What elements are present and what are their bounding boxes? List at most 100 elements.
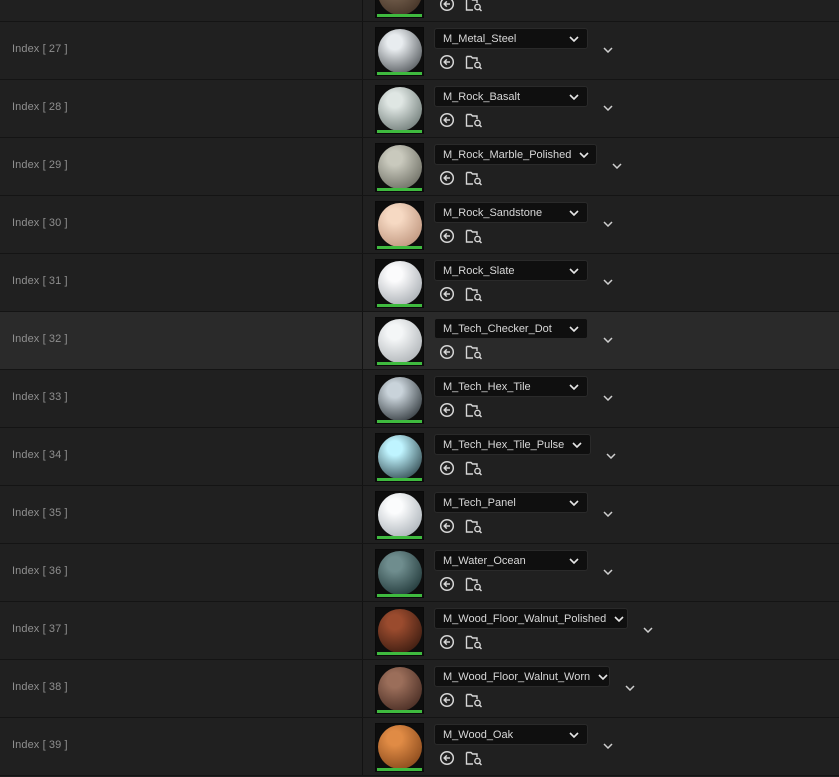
material-thumbnail[interactable] [375,607,424,656]
expand-chevron-icon[interactable] [611,160,623,172]
column-divider[interactable] [362,138,363,195]
expand-chevron-icon[interactable] [602,44,614,56]
folder-search-icon[interactable] [465,518,483,534]
arrow-left-circle-icon[interactable] [438,576,456,592]
material-combo-box[interactable]: M_Tech_Hex_Tile [434,376,588,397]
material-slot-row: Index [ 35 ] M_Tech_Panel [0,486,839,544]
material-combo-box[interactable]: M_Rock_Sandstone [434,202,588,223]
material-preview-sphere [378,29,422,73]
chevron-down-icon [561,35,579,42]
expand-chevron-icon[interactable] [602,218,614,230]
material-thumbnail[interactable] [375,201,424,250]
folder-search-icon[interactable] [465,750,483,766]
index-label: Index [ 30 ] [12,217,68,229]
material-combo-box[interactable]: M_Rock_Slate [434,260,588,281]
material-thumbnail[interactable] [375,143,424,192]
material-thumbnail[interactable] [375,375,424,424]
folder-search-icon[interactable] [465,460,483,476]
expand-chevron-icon[interactable] [602,334,614,346]
material-thumbnail[interactable] [375,665,424,714]
arrow-left-circle-icon[interactable] [438,54,456,70]
material-thumbnail[interactable] [375,27,424,76]
arrow-left-circle-icon[interactable] [438,112,456,128]
expand-chevron-icon[interactable] [602,276,614,288]
arrow-left-circle-icon[interactable] [438,634,456,650]
expand-chevron-icon[interactable] [602,508,614,520]
folder-search-icon[interactable] [465,0,483,12]
thumbnail-accent-bar [377,246,422,249]
material-thumbnail[interactable] [375,549,424,598]
material-combo-box[interactable]: M_Rock_Marble_Polished [434,144,597,165]
expand-chevron-icon[interactable] [624,682,636,694]
expand-chevron-icon[interactable] [602,102,614,114]
folder-search-icon[interactable] [465,402,483,418]
expand-chevron-icon[interactable] [602,566,614,578]
arrow-left-circle-icon[interactable] [438,228,456,244]
expand-chevron-icon[interactable] [602,740,614,752]
column-divider[interactable] [362,370,363,427]
column-divider[interactable] [362,544,363,601]
asset-tools [438,344,483,360]
thumbnail-accent-bar [377,362,422,365]
arrow-left-circle-icon[interactable] [438,286,456,302]
column-divider[interactable] [362,254,363,311]
expand-chevron-icon[interactable] [602,392,614,404]
material-thumbnail[interactable] [375,0,424,18]
expand-chevron-icon[interactable] [642,624,654,636]
column-divider[interactable] [362,718,363,775]
material-preview-sphere [378,609,422,653]
folder-search-icon[interactable] [465,344,483,360]
chevron-down-icon [561,499,579,506]
column-divider[interactable] [362,80,363,137]
material-combo-box[interactable]: M_Wood_Oak [434,724,588,745]
index-label: Index [ 35 ] [12,507,68,519]
expand-chevron-icon[interactable] [605,450,617,462]
material-combo-box[interactable]: M_Wood_Floor_Walnut_Worn [434,666,610,687]
column-divider[interactable] [362,312,363,369]
arrow-left-circle-icon[interactable] [438,518,456,534]
material-combo-box[interactable]: M_Water_Ocean [434,550,588,571]
folder-search-icon[interactable] [465,170,483,186]
material-combo-box[interactable]: M_Rock_Basalt [434,86,588,107]
folder-search-icon[interactable] [465,286,483,302]
material-thumbnail[interactable] [375,433,424,482]
material-thumbnail[interactable] [375,85,424,134]
material-preview-sphere [378,0,422,15]
arrow-left-circle-icon[interactable] [438,750,456,766]
arrow-left-circle-icon[interactable] [438,402,456,418]
arrow-left-circle-icon[interactable] [438,170,456,186]
folder-search-icon[interactable] [465,692,483,708]
material-combo-box[interactable]: M_Wood_Floor_Walnut_Polished [434,608,628,629]
column-divider[interactable] [362,486,363,543]
folder-search-icon[interactable] [465,576,483,592]
material-thumbnail[interactable] [375,723,424,772]
folder-search-icon[interactable] [465,634,483,650]
index-label: Index [ 33 ] [12,391,68,403]
folder-search-icon[interactable] [465,228,483,244]
material-slot-row: Index [ 31 ] M_Rock_Slate [0,254,839,312]
material-slot-row: Index [ 36 ] M_Water_Ocean [0,544,839,602]
material-slot-row: Index [ 28 ] M_Rock_Basalt [0,80,839,138]
column-divider[interactable] [362,428,363,485]
folder-search-icon[interactable] [465,54,483,70]
material-thumbnail[interactable] [375,259,424,308]
column-divider[interactable] [362,22,363,79]
column-divider[interactable] [362,602,363,659]
column-divider[interactable] [362,196,363,253]
material-combo-box[interactable]: M_Tech_Checker_Dot [434,318,588,339]
material-combo-box[interactable]: M_Metal_Steel [434,28,588,49]
material-thumbnail[interactable] [375,491,424,540]
thumbnail-accent-bar [377,72,422,75]
asset-tools [438,286,483,302]
folder-search-icon[interactable] [465,112,483,128]
arrow-left-circle-icon[interactable] [438,0,456,12]
arrow-left-circle-icon[interactable] [438,344,456,360]
material-thumbnail[interactable] [375,317,424,366]
material-combo-box[interactable]: M_Tech_Hex_Tile_Pulse [434,434,591,455]
column-divider[interactable] [362,0,363,21]
material-combo-box[interactable]: M_Tech_Panel [434,492,588,513]
column-divider[interactable] [362,660,363,717]
arrow-left-circle-icon[interactable] [438,692,456,708]
arrow-left-circle-icon[interactable] [438,460,456,476]
material-slot-row: Index [ 33 ] M_Tech_Hex_Tile [0,370,839,428]
